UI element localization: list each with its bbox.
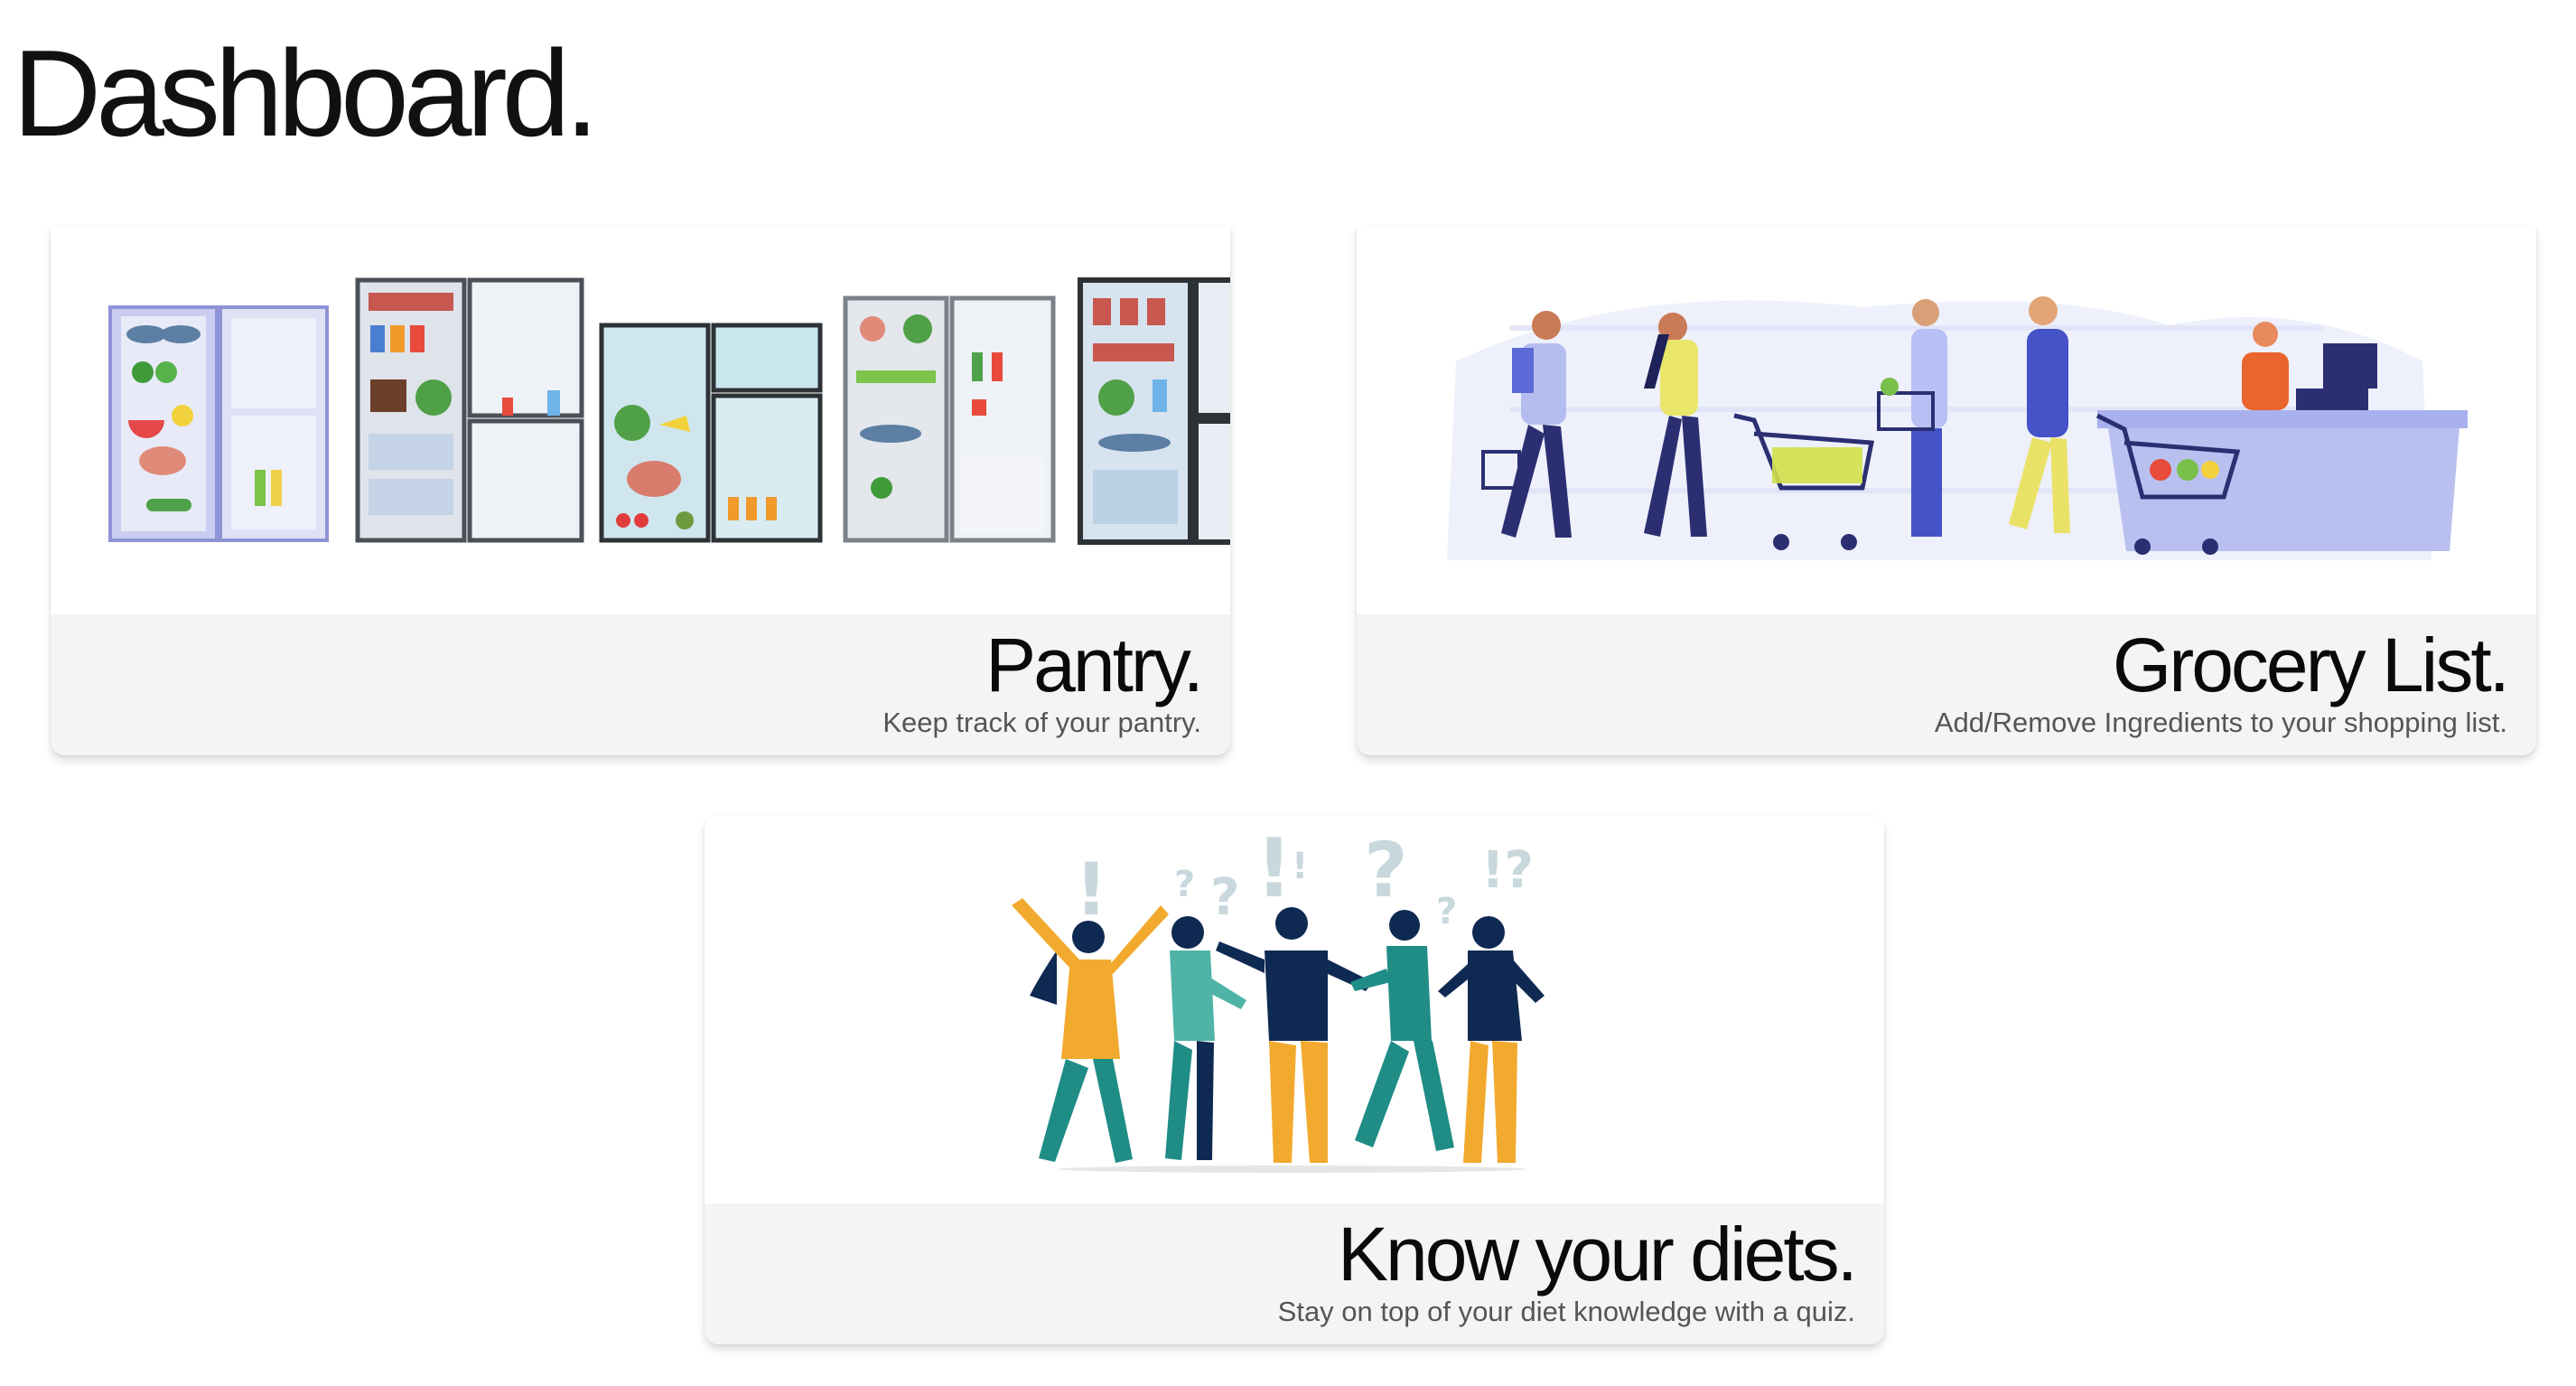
diets-card-footer: Know your diets. Stay on top of your die… [705, 1203, 1884, 1344]
pantry-card[interactable]: Pantry. Keep track of your pantry. [51, 226, 1230, 755]
svg-text:!: ! [1255, 821, 1293, 916]
svg-text:!: ! [1075, 848, 1107, 932]
diets-card-title: Know your diets. [1338, 1212, 1858, 1297]
diets-card-description: Stay on top of your diet knowledge with … [1277, 1296, 1855, 1327]
pantry-card-description: Keep track of your pantry. [882, 707, 1201, 738]
puzzled-people-illustration: ! ?? !! ?? !? [1012, 821, 1545, 1173]
svg-text:!?: !? [1481, 841, 1534, 900]
svg-text:?: ? [1174, 864, 1195, 905]
grocery-card-title: Grocery List. [2112, 623, 2510, 707]
checkout-illustration [1447, 296, 2468, 560]
svg-text:!: ! [1292, 846, 1308, 887]
grocery-illustration [1357, 226, 2536, 614]
page-title: Dashboard. [13, 24, 599, 162]
grocery-card-footer: Grocery List. Add/Remove Ingredients to … [1357, 614, 2536, 755]
know-your-diets-card[interactable]: ! ?? !! ?? !? Know your diets. Stay on t… [705, 815, 1884, 1344]
diets-illustration: ! ?? !! ?? !? [705, 815, 1884, 1203]
svg-text:?: ? [1364, 826, 1408, 914]
grocery-list-card[interactable]: Grocery List. Add/Remove Ingredients to … [1357, 226, 2536, 755]
svg-text:?: ? [1210, 868, 1239, 927]
pantry-card-title: Pantry. [985, 623, 1204, 707]
grocery-card-description: Add/Remove Ingredients to your shopping … [1934, 707, 2507, 738]
pantry-illustration [51, 226, 1230, 614]
pantry-card-footer: Pantry. Keep track of your pantry. [51, 614, 1230, 755]
svg-text:?: ? [1436, 891, 1457, 932]
refrigerators-illustration [108, 277, 1230, 545]
